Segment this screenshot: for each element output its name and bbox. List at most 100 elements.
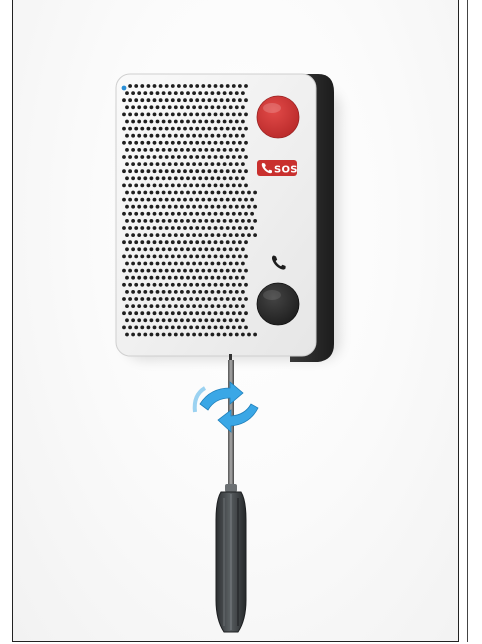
call-button[interactable] [256,282,300,326]
grille-hole [122,112,126,117]
grille-hole [216,91,221,95]
grille-hole [210,332,215,337]
grille-hole [204,162,209,167]
grille-hole [210,133,215,138]
grille-hole [152,112,157,117]
grille-hole [167,119,172,124]
grille-hole [241,233,245,238]
grille-hole [231,84,236,88]
grille-hole [125,304,129,308]
grille-hole [192,162,197,167]
grille-hole [228,133,233,138]
grille-hole [244,268,248,273]
grille-hole [201,311,206,316]
grille-hole [219,126,224,131]
grille-hole [228,261,233,266]
grille-hole [201,169,206,174]
grille-hole [213,282,218,287]
grille-hole [149,261,154,266]
grille-hole [216,204,221,209]
grille-hole [219,197,224,202]
grille-hole [210,247,215,252]
grille-hole [146,268,151,273]
grille-hole [213,140,218,145]
grille-hole [216,162,221,167]
grille-hole [186,332,190,337]
grille-hole [225,112,230,117]
grille-hole [183,169,187,174]
grille-hole [244,169,248,174]
grille-hole [192,204,197,209]
grille-hole [164,84,169,88]
grille-hole [210,148,215,152]
grille-hole [164,183,169,188]
grille-hole [152,169,157,174]
sos-emergency-button[interactable] [256,95,300,139]
grille-hole [173,162,178,167]
grille-hole [177,282,181,287]
grille-hole [137,204,142,209]
grille-hole [234,148,239,152]
grille-hole [189,268,194,273]
grille-hole [253,332,257,337]
grille-hole [173,290,178,294]
grille-hole [204,176,209,181]
grille-hole [137,219,142,223]
grille-hole [125,91,129,95]
grille-hole [125,133,129,138]
grille-hole [219,254,224,259]
grille-hole [186,233,190,238]
grille-hole [131,219,136,223]
grille-hole [231,126,236,131]
grille-hole [134,112,139,117]
grille-hole [183,240,187,245]
grille-hole [134,311,139,316]
grille-hole [143,204,148,209]
grille-hole [170,297,175,301]
grille-hole [201,282,206,287]
grille-hole [140,155,145,159]
grille-hole [198,247,203,252]
grille-hole [155,148,160,152]
grille-hole [177,197,181,202]
grille-hole [143,247,148,252]
grille-hole [238,197,242,202]
grille-hole [125,119,129,124]
grille-hole [125,318,129,323]
grille-hole [225,169,230,174]
grille-hole [210,275,215,280]
grille-hole [207,155,212,159]
grille-hole [186,162,190,167]
grille-hole [244,325,248,330]
grille-hole [207,311,212,316]
grille-hole [173,318,178,323]
grille-hole [173,332,178,337]
grille-hole [128,197,133,202]
grille-hole [204,204,209,209]
grille-hole [140,140,145,145]
grille-hole [131,233,136,238]
grille-hole [137,332,142,337]
grille-hole [122,169,126,174]
grille-hole [122,268,126,273]
grille-hole [195,183,200,188]
grille-hole [158,282,163,287]
grille-hole [228,91,233,95]
grille-hole [177,140,181,145]
grille-hole [146,169,151,174]
grille-hole [177,226,181,230]
grille-hole [149,332,154,337]
grille-hole [137,119,142,124]
grille-hole [198,91,203,95]
grille-hole [134,211,139,216]
grille-hole [180,247,184,252]
grille-hole [234,91,239,95]
grille-hole [250,211,255,216]
grille-hole [128,268,133,273]
rotate-arrows-icon [192,381,259,433]
grille-hole [134,155,139,159]
grille-hole [186,105,190,110]
grille-hole [140,297,145,301]
grille-hole [192,119,197,124]
grille-hole [238,325,242,330]
